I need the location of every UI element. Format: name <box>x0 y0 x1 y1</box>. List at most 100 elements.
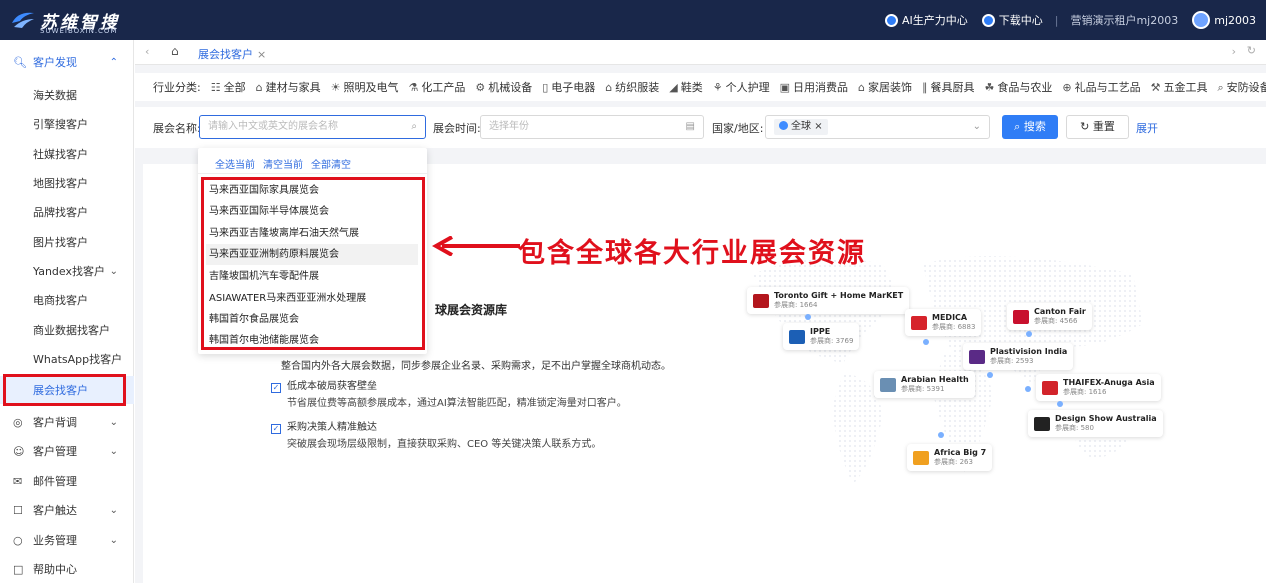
logo-sub: SUWEIBOXIN.COM <box>40 27 118 35</box>
sidebar-item-business-data[interactable]: 商业数据找客户 <box>0 316 134 344</box>
category-chemical[interactable]: ⚗ 化工产品 <box>408 79 465 95</box>
category-personal-care[interactable]: ⚘ 个人护理 <box>713 79 770 95</box>
ai-center-link[interactable]: AI生产力中心 <box>884 12 968 28</box>
category-food[interactable]: ☘ 食品与农业 <box>984 79 1052 95</box>
select-current-link[interactable]: 全选当前 <box>215 156 255 171</box>
sidebar-group-business[interactable]: ○ 业务管理 ⌄ <box>0 526 134 554</box>
content-headline: 球展会资源库 <box>435 303 508 317</box>
exhibition-card[interactable]: Plastivision India 参展商: 2593 <box>963 343 1074 370</box>
category-name: 五金工具 <box>1163 81 1208 94</box>
username: mj2003 <box>1214 13 1256 27</box>
sidebar-group-customer-management[interactable]: ☺ 客户管理 ⌄ <box>0 437 134 465</box>
category-daily[interactable]: ▣ 日用消费品 <box>780 79 848 95</box>
region-select[interactable]: 全球 × ⌄ <box>765 115 990 139</box>
sidebar-group-customer-discovery[interactable]: 🔍︎ 客户发现 ⌃ <box>0 48 134 76</box>
tab-next-icon[interactable]: › <box>1232 45 1236 58</box>
reset-button-label: 重置 <box>1092 120 1115 133</box>
exhibition-card[interactable]: Arabian Health 参展商: 5391 <box>874 371 975 398</box>
sidebar-item-map[interactable]: 地图找客户 <box>0 169 134 197</box>
category-building[interactable]: ⌂ 建材与家具 <box>256 79 321 95</box>
category-machinery[interactable]: ⚙ 机械设备 <box>475 79 532 95</box>
exhibition-card-name: Design Show Australia <box>1055 414 1157 423</box>
refresh-icon[interactable]: ↻ <box>1247 44 1256 57</box>
exhibition-name-input[interactable]: 请输入中文或英文的展会名称 ⌕ <box>199 115 426 139</box>
map-pin-icon <box>938 432 944 438</box>
sidebar-group-label: 客户管理 <box>33 445 77 458</box>
reset-button[interactable]: ↻ 重置 <box>1066 115 1129 139</box>
grid-icon: ☷ <box>210 81 221 94</box>
close-icon[interactable]: × <box>814 121 822 132</box>
category-all[interactable]: ☷ 全部 <box>211 79 246 95</box>
category-home-decor[interactable]: ⌂ 家居装饰 <box>858 79 912 95</box>
tab-exhibition[interactable]: 展会找客户 × <box>198 46 266 62</box>
clear-current-link[interactable]: 清空当前 <box>263 156 303 171</box>
category-tableware[interactable]: ∥ 餐具厨具 <box>922 79 975 95</box>
mail-icon: ✉ <box>13 474 23 488</box>
exhibition-card-name: MEDICA <box>932 313 968 322</box>
category-gifts[interactable]: ⊕ 礼品与工艺品 <box>1062 79 1140 95</box>
sidebar-item-label: 图片找客户 <box>33 236 88 249</box>
sidebar-group-background-check[interactable]: ◎ 客户背调 ⌄ <box>0 408 134 436</box>
category-hardware[interactable]: ⚒ 五金工具 <box>1151 79 1208 95</box>
year-picker[interactable]: 选择年份 ▤ <box>480 115 704 139</box>
exhibition-card[interactable]: Toronto Gift + Home MarKET 参展商: 1664 <box>747 287 910 314</box>
exhibition-card[interactable]: Africa Big 7 参展商: 263 <box>907 444 993 471</box>
sidebar-item-label: 地图找客户 <box>33 177 88 190</box>
download-center-link[interactable]: 下载中心 <box>981 12 1043 28</box>
sidebar-item-whatsapp[interactable]: WhatsApp找客户 <box>0 345 134 373</box>
ai-center-label: AI生产力中心 <box>901 14 968 27</box>
chevron-up-icon: ⌃ <box>109 56 118 68</box>
category-lighting[interactable]: ☀ 照明及电气 <box>331 79 399 95</box>
exhibition-card-name: THAIFEX-Anuga Asia <box>1063 378 1155 387</box>
sidebar-item-label: 电商找客户 <box>33 294 88 307</box>
sidebar-item-yandex[interactable]: Yandex找客户 ⌄ <box>0 257 134 285</box>
sidebar-group-outreach[interactable]: ☐ 客户触达 ⌄ <box>0 496 134 524</box>
search-icon: ⌕ <box>411 121 417 132</box>
exhibition-logo <box>969 349 985 364</box>
category-security[interactable]: ⌕ 安防设备 <box>1217 79 1266 95</box>
dropdown-actions: 全选当前 清空当前 全部清空 <box>215 156 351 171</box>
exhibition-card[interactable]: MEDICA 参展商: 6883 <box>905 309 982 336</box>
map-pin-icon <box>1057 401 1063 407</box>
sidebar-group-label: 客户触达 <box>33 504 77 517</box>
checkbox-icon: ✓ <box>271 424 281 434</box>
home-icon[interactable]: ⌂ <box>171 44 179 58</box>
exhibition-card[interactable]: Canton Fair 参展商: 4566 <box>1007 303 1092 330</box>
close-icon[interactable]: × <box>257 48 266 61</box>
exhibition-card-count: 参展商: 580 <box>1055 424 1094 432</box>
category-electronics[interactable]: ▯ 电子电器 <box>542 79 595 95</box>
chevron-down-icon: ⌄ <box>109 504 118 516</box>
category-shoes[interactable]: ◢ 鞋类 <box>669 79 702 95</box>
category-label: 行业分类: <box>153 81 201 94</box>
more-icon[interactable]: ⋯ <box>1247 81 1258 94</box>
category-textile[interactable]: ⌂ 纺织服装 <box>605 79 659 95</box>
sidebar-item-brand[interactable]: 品牌找客户 <box>0 198 134 226</box>
search-button[interactable]: ⌕ 搜索 <box>1002 115 1058 139</box>
region-tag[interactable]: 全球 × <box>774 119 828 135</box>
sidebar-item-ecommerce[interactable]: 电商找客户 <box>0 286 134 314</box>
user-menu[interactable]: mj2003 <box>1192 11 1256 29</box>
sidebar-group-help[interactable]: □ 帮助中心 <box>0 555 134 583</box>
sidebar-item-engine-search[interactable]: 引擎搜客户 <box>0 110 134 138</box>
sidebar-group-mail[interactable]: ✉ 邮件管理 <box>0 467 134 495</box>
exhibition-logo <box>913 450 929 465</box>
exhibition-card[interactable]: Design Show Australia 参展商: 580 <box>1028 410 1163 437</box>
feature-title-text: 低成本破局获客壁垒 <box>287 381 377 392</box>
exhibition-logo <box>1034 416 1050 431</box>
category-name: 家居装饰 <box>867 81 912 94</box>
exhibition-card[interactable]: IPPE 参展商: 3769 <box>783 323 860 350</box>
tab-prev-icon[interactable]: ‹ <box>145 45 149 58</box>
exhibition-card[interactable]: THAIFEX-Anuga Asia 参展商: 1616 <box>1036 374 1161 401</box>
sidebar-item-social-media[interactable]: 社媒找客户 <box>0 140 134 168</box>
logo[interactable]: 苏维智搜 SUWEIBOXIN.COM <box>10 5 130 35</box>
machine-icon: ⚙ <box>475 81 486 94</box>
leaf-icon: ☘ <box>984 81 995 94</box>
divider <box>198 173 427 174</box>
search-button-label: 搜索 <box>1023 120 1046 133</box>
sidebar-item-image[interactable]: 图片找客户 <box>0 228 134 256</box>
clear-all-link[interactable]: 全部清空 <box>311 156 351 171</box>
ai-center-icon <box>884 13 898 27</box>
category-name: 照明及电气 <box>343 81 399 94</box>
expand-link[interactable]: 展开 <box>1136 120 1158 136</box>
sidebar-item-customs-data[interactable]: 海关数据 <box>0 81 134 109</box>
